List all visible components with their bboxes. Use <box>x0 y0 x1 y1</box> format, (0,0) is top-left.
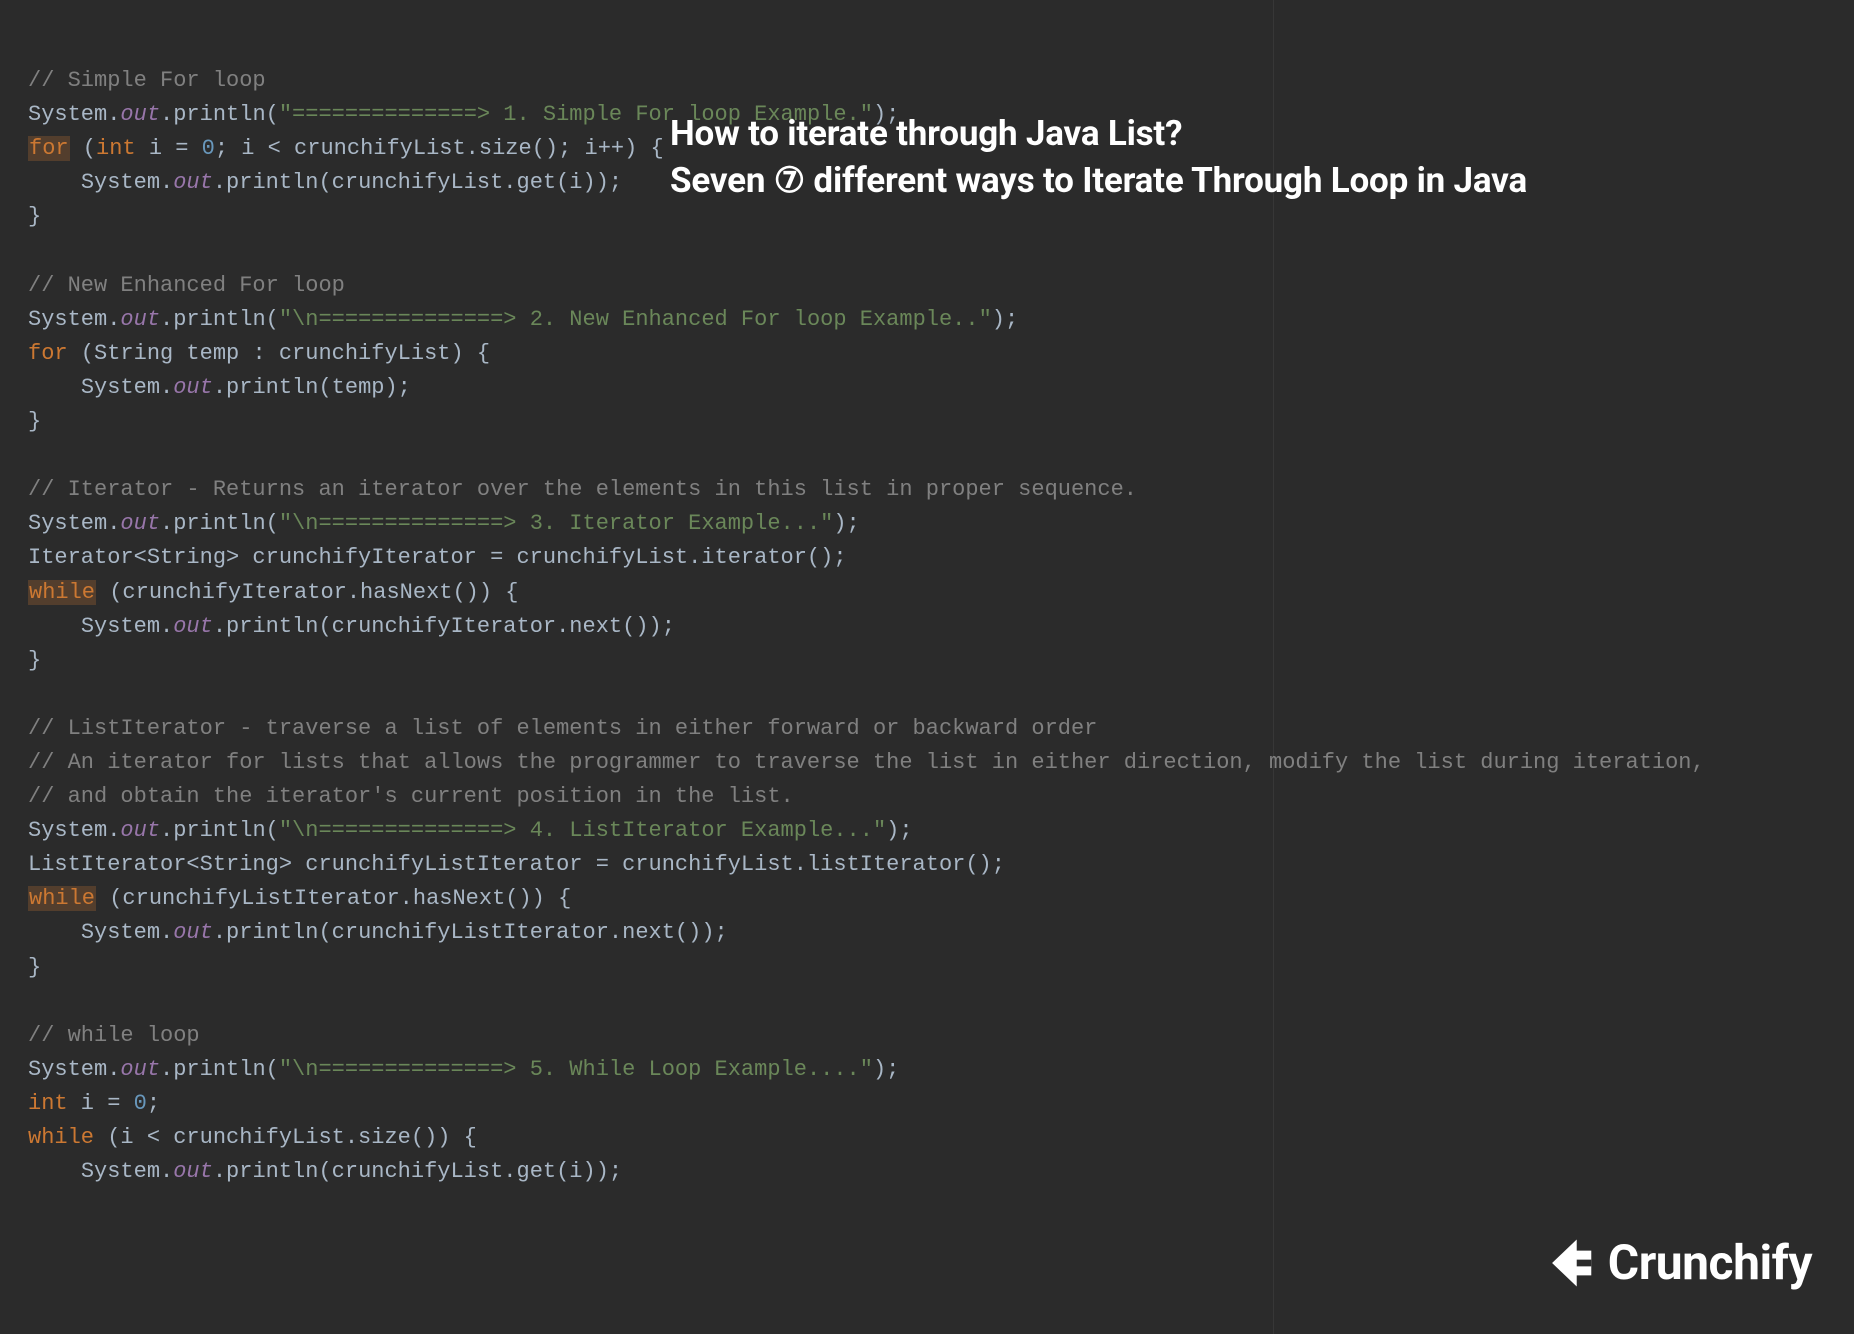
code-line: } <box>28 409 41 434</box>
code-comment: // ListIterator - traverse a list of ele… <box>28 716 1097 741</box>
brand-logo: Crunchify <box>1542 1226 1812 1300</box>
code-line: System.out.println(crunchifyList.get(i))… <box>28 1159 622 1184</box>
code-line: System.out.println("\n==============> 4.… <box>28 818 913 843</box>
code-line: for (String temp : crunchifyList) { <box>28 341 490 366</box>
code-comment: // Iterator - Returns an iterator over t… <box>28 477 1137 502</box>
code-line: System.out.println(crunchifyListIterator… <box>28 920 728 945</box>
code-line: System.out.println("\n==============> 3.… <box>28 511 860 536</box>
circled-number-icon: ⑦ <box>774 157 805 204</box>
code-line: System.out.println("\n==============> 2.… <box>28 307 1018 332</box>
code-line: System.out.println("\n==============> 5.… <box>28 1057 899 1082</box>
code-line: int i = 0; <box>28 1091 160 1116</box>
title-line-1: How to iterate through Java List? <box>670 110 1527 157</box>
code-comment: // New Enhanced For loop <box>28 273 345 298</box>
code-comment: // and obtain the iterator's current pos… <box>28 784 794 809</box>
flag-icon <box>1542 1235 1598 1291</box>
code-comment: // An iterator for lists that allows the… <box>28 750 1705 775</box>
code-line: System.out.println(crunchifyIterator.nex… <box>28 614 675 639</box>
code-line: } <box>28 648 41 673</box>
code-line: } <box>28 955 41 980</box>
code-line: ListIterator<String> crunchifyListIterat… <box>28 852 1005 877</box>
title-line-2: Seven ⑦ different ways to Iterate Throug… <box>670 157 1527 204</box>
article-title: How to iterate through Java List? Seven … <box>670 110 1527 205</box>
code-line: System.out.println(temp); <box>28 375 411 400</box>
brand-name: Crunchify <box>1608 1226 1812 1300</box>
code-line: } <box>28 204 41 229</box>
code-line: while (crunchifyListIterator.hasNext()) … <box>28 886 571 911</box>
code-comment: // Simple For loop <box>28 68 266 93</box>
code-line: Iterator<String> crunchifyIterator = cru… <box>28 545 847 570</box>
code-line: for (int i = 0; i < crunchifyList.size()… <box>28 136 664 161</box>
code-line: while (i < crunchifyList.size()) { <box>28 1125 477 1150</box>
code-comment: // while loop <box>28 1023 200 1048</box>
code-line: System.out.println(crunchifyList.get(i))… <box>28 170 622 195</box>
code-line: while (crunchifyIterator.hasNext()) { <box>28 580 518 605</box>
